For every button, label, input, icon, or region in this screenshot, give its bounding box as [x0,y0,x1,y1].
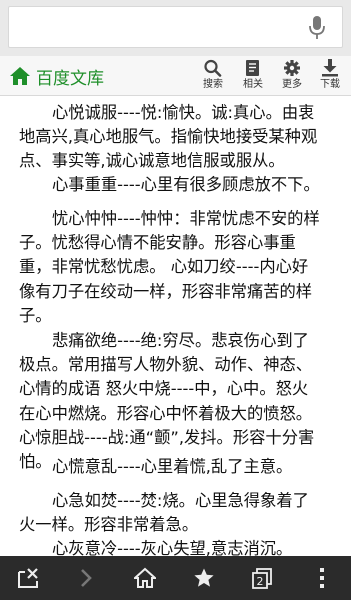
microphone-icon[interactable] [308,15,326,41]
logo-text: 百度文库 [36,68,104,89]
search-box[interactable] [8,6,343,48]
browser-search-bar [0,0,351,56]
paragraph: 忧心忡忡----忡忡：非常忧虑不安的样 子。忧愁得心情不能安静。形容心事重 重，… [19,207,335,328]
search-input[interactable] [19,15,299,39]
text-line: 忧心忡忡----忡忡：非常忧虑不安的样 [52,209,320,228]
paragraph: 心悦诚服----悦:愉快。诚:真心。由衷 地高兴,真心地服气。指愉快地接受某种观… [19,101,335,174]
tabs-button[interactable]: 2 [246,562,278,594]
text-line: 心悦诚服----悦:愉快。诚:真心。由衷 [52,103,315,122]
text-line: 点、事实等,诚心诚意地信服或服从。 [19,151,285,171]
logo[interactable]: 百度文库 [9,65,104,89]
menu-button[interactable] [306,562,338,594]
paragraph: 心慌意乱----心里着慌,乱了主意。 [19,455,335,479]
more-button[interactable]: 更多 [274,59,310,93]
paragraph: 悲痛欲绝----绝:穷尽。悲哀伤心到了 极点。常用描写人物外貌、动作、神态、 心… [19,329,335,474]
close-window-button[interactable] [12,562,44,594]
related-button[interactable]: 相关 [235,59,271,93]
close-window-icon [18,568,38,588]
download-label: 下载 [320,79,340,90]
text-line: 地高兴,真心地服气。指愉快地接受某种观 [19,127,318,147]
text-line: 在心中燃烧。形容心中怀着极大的愤怒。 [19,403,313,423]
text-line: 心慌意乱----心里着慌,乱了主意。 [52,457,293,476]
forward-icon [81,569,92,587]
menu-icon [320,568,324,588]
related-icon [246,60,259,76]
star-icon [194,568,214,587]
search-label: 搜索 [203,79,223,90]
home-button[interactable] [129,562,161,594]
text-line: 心惊胆战----战:通“颤”,发抖。形容十分害 [19,427,315,447]
download-button[interactable]: 下载 [312,59,348,93]
bookmark-button[interactable] [188,562,220,594]
paragraph: 心事重重----心里有很多顾虑放不下。 [19,173,335,197]
text-line: 悲痛欲绝----绝:穷尽。悲哀伤心到了 [52,331,309,350]
search-icon [204,59,222,77]
text-line: 子。 [19,305,52,325]
gear-icon [284,60,300,76]
forward-button[interactable] [70,562,102,594]
search-button[interactable]: 搜索 [195,59,231,93]
download-icon [322,59,338,77]
text-line: 心事重重----心里有很多顾虑放不下。 [52,175,320,194]
text-line: 心急如焚----焚:烧。心里急得象着了 [52,491,309,510]
text-line: 心灰意冷----灰心失望,意志消沉。 [52,539,293,556]
more-label: 更多 [282,79,302,90]
app-header: 百度文库 搜索 相关 更多 下载 [0,56,351,96]
paragraph: 心急如焚----焚:烧。心里急得象着了 火一样。形容非常着急。 [19,489,335,537]
paragraph: 心灰意冷----灰心失望,意志消沉。 [19,537,335,556]
home-icon [134,567,156,588]
text-line: 子。忧愁得心情不能安静。形容心事重 [19,233,296,253]
home-logo-icon [10,67,30,85]
text-line: 极点。常用描写人物外貌、动作、神态、 [19,355,313,375]
text-line: 重，非常忧愁忧虑。 心如刀绞----内心好 [19,257,309,277]
text-line: 像有刀子在绞动一样，形容非常痛苦的样 [19,281,313,301]
text-line: 火一样。形容非常着急。 [19,515,199,535]
tab-count: 2 [257,575,264,588]
article-content[interactable]: 心悦诚服----悦:愉快。诚:真心。由衷 地高兴,真心地服气。指愉快地接受某种观… [0,97,351,556]
related-label: 相关 [243,79,263,90]
bottom-navigation-bar: 2 [0,556,351,600]
text-line: 心情的成语 怒火中烧----中，心中。怒火 [19,379,309,399]
tabs-icon: 2 [252,568,272,589]
